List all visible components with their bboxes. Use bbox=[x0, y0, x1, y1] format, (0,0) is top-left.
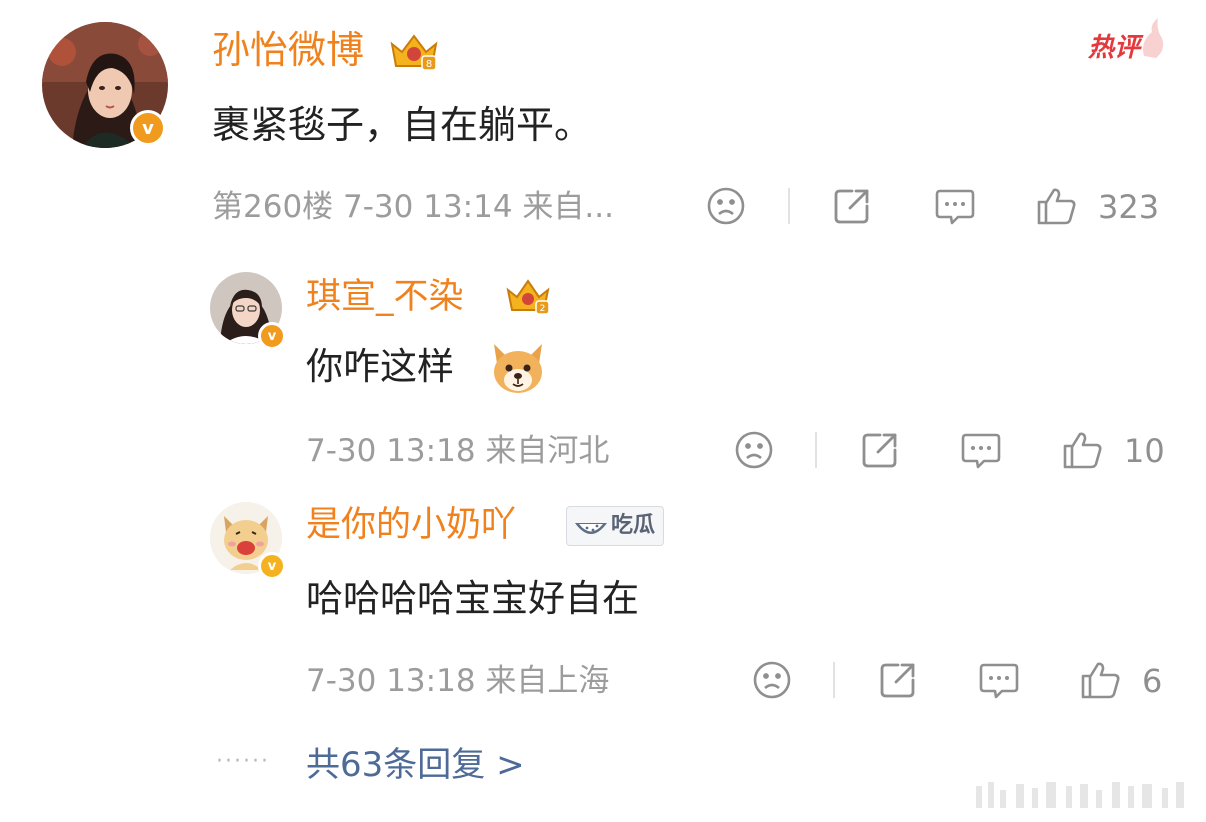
verified-badge-icon: v bbox=[258, 552, 286, 580]
reply-author[interactable]: 琪宣_不染 bbox=[306, 274, 464, 320]
comment-meta: 第260楼 7-30 13:14 来自... bbox=[212, 189, 614, 225]
action-divider bbox=[833, 662, 835, 698]
thumbs-up-icon[interactable] bbox=[1036, 186, 1078, 230]
verified-badge-icon: v bbox=[130, 110, 166, 146]
sad-face-icon[interactable] bbox=[734, 430, 774, 474]
like-count: 323 bbox=[1098, 188, 1160, 226]
sad-face-icon[interactable] bbox=[752, 660, 792, 704]
crown-badge-icon[interactable]: 8 bbox=[386, 30, 442, 78]
share-icon[interactable] bbox=[860, 430, 900, 474]
watermark-graphic bbox=[976, 780, 1198, 814]
comment-author[interactable]: 孙怡微博 bbox=[212, 26, 364, 74]
comment-icon[interactable] bbox=[978, 660, 1020, 704]
verified-badge-icon: v bbox=[258, 322, 286, 350]
svg-text:8: 8 bbox=[426, 59, 432, 70]
reply-text: 哈哈哈哈宝宝好自在 bbox=[306, 577, 639, 620]
dog-face-emoji bbox=[488, 340, 548, 400]
crown-badge-icon[interactable]: 2 bbox=[504, 276, 552, 322]
hot-comment-label: 热评 bbox=[1088, 33, 1141, 63]
sad-face-icon[interactable] bbox=[706, 186, 746, 230]
more-replies-link[interactable]: 共63条回复 > bbox=[306, 742, 525, 788]
action-divider bbox=[815, 432, 817, 468]
comment-icon[interactable] bbox=[960, 430, 1002, 474]
action-divider bbox=[788, 188, 790, 224]
reply-author[interactable]: 是你的小奶吖 bbox=[306, 502, 516, 548]
share-icon[interactable] bbox=[832, 186, 872, 230]
thumbs-up-icon[interactable] bbox=[1080, 660, 1122, 704]
more-replies-dots: ······ bbox=[216, 749, 270, 774]
reply-text: 你咋这样 bbox=[306, 345, 454, 388]
share-icon[interactable] bbox=[878, 660, 918, 704]
like-count: 6 bbox=[1142, 662, 1163, 700]
comment-text: 裹紧毯子，自在躺平。 bbox=[212, 103, 593, 147]
hot-flame-icon bbox=[1138, 16, 1166, 64]
watermelon-icon bbox=[571, 511, 611, 541]
like-count: 10 bbox=[1124, 432, 1165, 470]
thumbs-up-icon[interactable] bbox=[1062, 430, 1104, 474]
svg-text:2: 2 bbox=[540, 304, 546, 314]
comment-icon[interactable] bbox=[934, 186, 976, 230]
reply-tag[interactable]: 吃瓜 bbox=[566, 506, 665, 546]
reply-meta: 7-30 13:18 来自上海 bbox=[306, 663, 610, 699]
reply-tag-label: 吃瓜 bbox=[611, 513, 656, 538]
reply-meta: 7-30 13:18 来自河北 bbox=[306, 433, 610, 469]
